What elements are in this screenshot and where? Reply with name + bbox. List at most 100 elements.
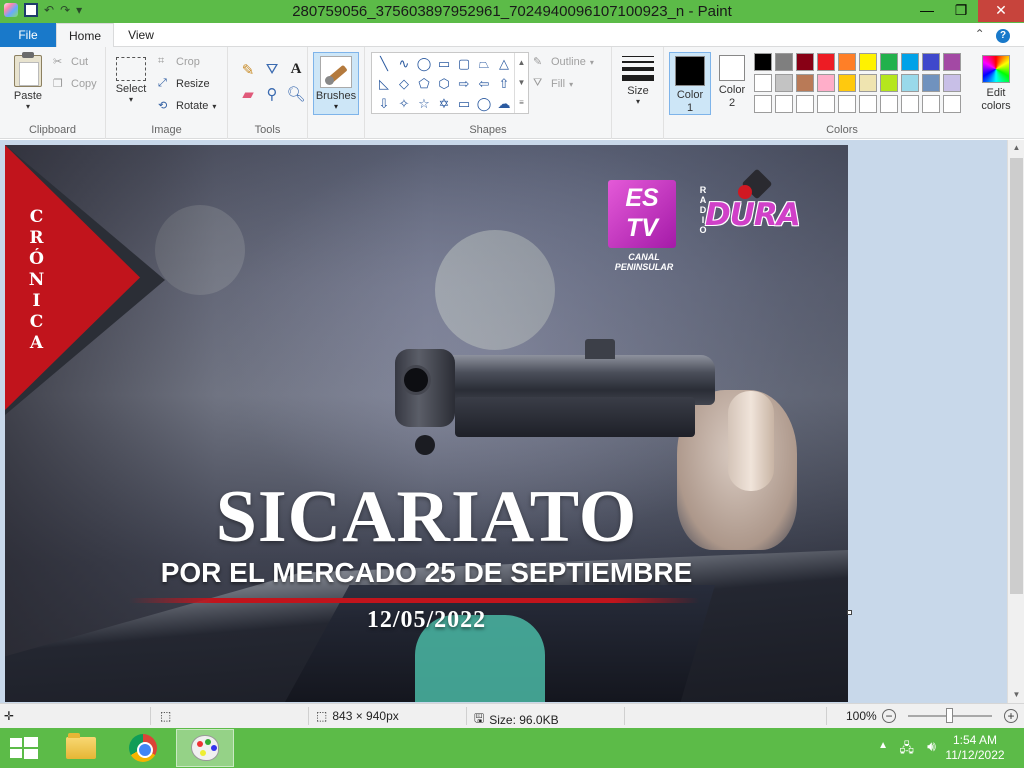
left-arrow-shape-icon[interactable]: ⇦ — [474, 74, 494, 94]
palette-swatch[interactable] — [754, 74, 772, 92]
down-arrow-shape-icon[interactable]: ⇩ — [374, 94, 394, 114]
scroll-up-icon[interactable]: ▲ — [1008, 140, 1024, 156]
oval-callout-shape-icon[interactable]: ◯ — [474, 94, 494, 114]
tab-view[interactable]: View — [114, 23, 168, 47]
palette-swatch[interactable] — [859, 95, 877, 113]
chrome-taskbar-button[interactable] — [114, 729, 172, 767]
palette-swatch[interactable] — [880, 74, 898, 92]
palette-swatch[interactable] — [796, 53, 814, 71]
paint-taskbar-button[interactable] — [176, 729, 234, 767]
select-button[interactable]: Select ▾ — [112, 51, 150, 104]
clock[interactable]: 1:54 AM 11/12/2022 — [940, 733, 1010, 763]
scroll-down-icon[interactable]: ▼ — [1008, 687, 1024, 703]
palette-swatch[interactable] — [859, 53, 877, 71]
curve-shape-icon[interactable]: ∿ — [394, 54, 414, 74]
resize-handle[interactable] — [847, 610, 852, 615]
palette-swatch[interactable] — [817, 74, 835, 92]
scroll-thumb[interactable] — [1010, 158, 1023, 594]
right-triangle-shape-icon[interactable]: ◺ — [374, 74, 394, 94]
palette-swatch[interactable] — [838, 74, 856, 92]
shapes-gallery[interactable]: ╲ ∿ ◯ ▭ ▢ ⏢ △ ◺ ◇ ⬠ ⬡ ⇨ ⇦ ⇧ ⇩ ✧ ☆ ✡ ▭ ◯ — [371, 52, 529, 114]
palette-swatch[interactable] — [922, 95, 940, 113]
palette-swatch[interactable] — [838, 95, 856, 113]
palette-swatch[interactable] — [754, 53, 772, 71]
right-arrow-shape-icon[interactable]: ⇨ — [454, 74, 474, 94]
six-point-star-shape-icon[interactable]: ✡ — [434, 94, 454, 114]
five-point-star-shape-icon[interactable]: ☆ — [414, 94, 434, 114]
palette-swatch[interactable] — [880, 95, 898, 113]
maximize-button[interactable]: ❐ — [944, 0, 978, 22]
cloud-callout-shape-icon[interactable]: ☁ — [494, 94, 514, 114]
fill-bucket-icon[interactable]: ⛛ — [260, 61, 284, 85]
line-shape-icon[interactable]: ╲ — [374, 54, 394, 74]
size-button[interactable]: Size ▾ — [618, 49, 658, 106]
palette-swatch[interactable] — [901, 53, 919, 71]
help-icon[interactable]: ? — [996, 29, 1010, 43]
palette-swatch[interactable] — [943, 95, 961, 113]
paste-button[interactable]: Paste ▾ — [8, 52, 48, 111]
palette-swatch[interactable] — [796, 95, 814, 113]
tab-file[interactable]: File — [0, 23, 56, 47]
palette-swatch[interactable] — [943, 53, 961, 71]
palette-swatch[interactable] — [922, 74, 940, 92]
hexagon-shape-icon[interactable]: ⬡ — [434, 74, 454, 94]
resize-button[interactable]: ⤢ Resize — [158, 77, 210, 91]
outline-button[interactable]: ✎ Outline ▾ — [533, 55, 594, 69]
crop-button[interactable]: ⌗ Crop — [158, 55, 200, 69]
eraser-icon[interactable]: ▰ — [236, 85, 260, 109]
minimize-ribbon-icon[interactable]: ⌃ — [975, 27, 985, 41]
palette-swatch[interactable] — [775, 53, 793, 71]
up-arrow-shape-icon[interactable]: ⇧ — [494, 74, 514, 94]
rotate-button[interactable]: ⟲ Rotate ▾ — [158, 99, 216, 113]
rounded-rectangle-shape-icon[interactable]: ▢ — [454, 54, 474, 74]
palette-swatch[interactable] — [859, 74, 877, 92]
pencil-icon[interactable]: ✎ — [236, 61, 260, 85]
zoom-out-icon[interactable]: − — [882, 709, 896, 723]
close-button[interactable]: ✕ — [978, 0, 1024, 22]
palette-swatch[interactable] — [922, 53, 940, 71]
tab-home[interactable]: Home — [56, 23, 114, 48]
zoom-slider-thumb[interactable] — [946, 708, 953, 723]
fill-button[interactable]: ⛛ Fill ▾ — [533, 77, 573, 91]
magnifier-icon[interactable]: 🔍︎ — [284, 85, 308, 109]
show-hidden-icons-icon[interactable]: ▲ — [878, 740, 888, 751]
dura-logo: DURA — [705, 197, 801, 233]
palette-swatch[interactable] — [901, 74, 919, 92]
polygon-shape-icon[interactable]: ⏢ — [474, 54, 494, 74]
minimize-button[interactable]: — — [910, 0, 944, 22]
palette-swatch[interactable] — [754, 95, 772, 113]
palette-swatch[interactable] — [817, 95, 835, 113]
vertical-scrollbar[interactable]: ▲ ▼ — [1007, 140, 1024, 703]
palette-swatch[interactable] — [943, 74, 961, 92]
copy-button[interactable]: ❐ Copy — [53, 77, 97, 91]
color-picker-icon[interactable]: ⚲ — [260, 85, 284, 109]
palette-swatch[interactable] — [796, 74, 814, 92]
rectangle-shape-icon[interactable]: ▭ — [434, 54, 454, 74]
palette-swatch[interactable] — [901, 95, 919, 113]
text-icon[interactable]: A — [284, 61, 308, 85]
edit-colors-button[interactable]: Edit colors — [978, 55, 1014, 113]
volume-icon[interactable]: 🔊︎ — [927, 738, 936, 755]
pentagon-shape-icon[interactable]: ⬠ — [414, 74, 434, 94]
palette-swatch[interactable] — [775, 95, 793, 113]
palette-swatch[interactable] — [817, 53, 835, 71]
palette-swatch[interactable] — [775, 74, 793, 92]
rect-callout-shape-icon[interactable]: ▭ — [454, 94, 474, 114]
network-icon[interactable]: 🖧 — [900, 739, 915, 761]
file-explorer-taskbar-button[interactable] — [52, 729, 110, 767]
diamond-shape-icon[interactable]: ◇ — [394, 74, 414, 94]
palette-swatch[interactable] — [880, 53, 898, 71]
cut-button[interactable]: ✂ Cut — [53, 55, 88, 69]
color2-button[interactable]: Color 2 — [714, 55, 750, 110]
four-point-star-shape-icon[interactable]: ✧ — [394, 94, 414, 114]
triangle-shape-icon[interactable]: △ — [494, 54, 514, 74]
windows-start-icon[interactable] — [10, 737, 38, 759]
canvas-workspace[interactable]: C R Ó N I C A ES TV CANAL PENINSULAR R A… — [0, 140, 1007, 703]
shapes-scroll[interactable]: ▲ ▼ ≡ — [514, 53, 528, 113]
color1-button[interactable]: Color 1 — [669, 52, 711, 115]
oval-shape-icon[interactable]: ◯ — [414, 54, 434, 74]
palette-swatch[interactable] — [838, 53, 856, 71]
image-canvas[interactable]: C R Ó N I C A ES TV CANAL PENINSULAR R A… — [5, 145, 848, 702]
zoom-in-icon[interactable]: + — [1004, 709, 1018, 723]
brushes-button[interactable]: Brushes ▾ — [313, 52, 359, 115]
